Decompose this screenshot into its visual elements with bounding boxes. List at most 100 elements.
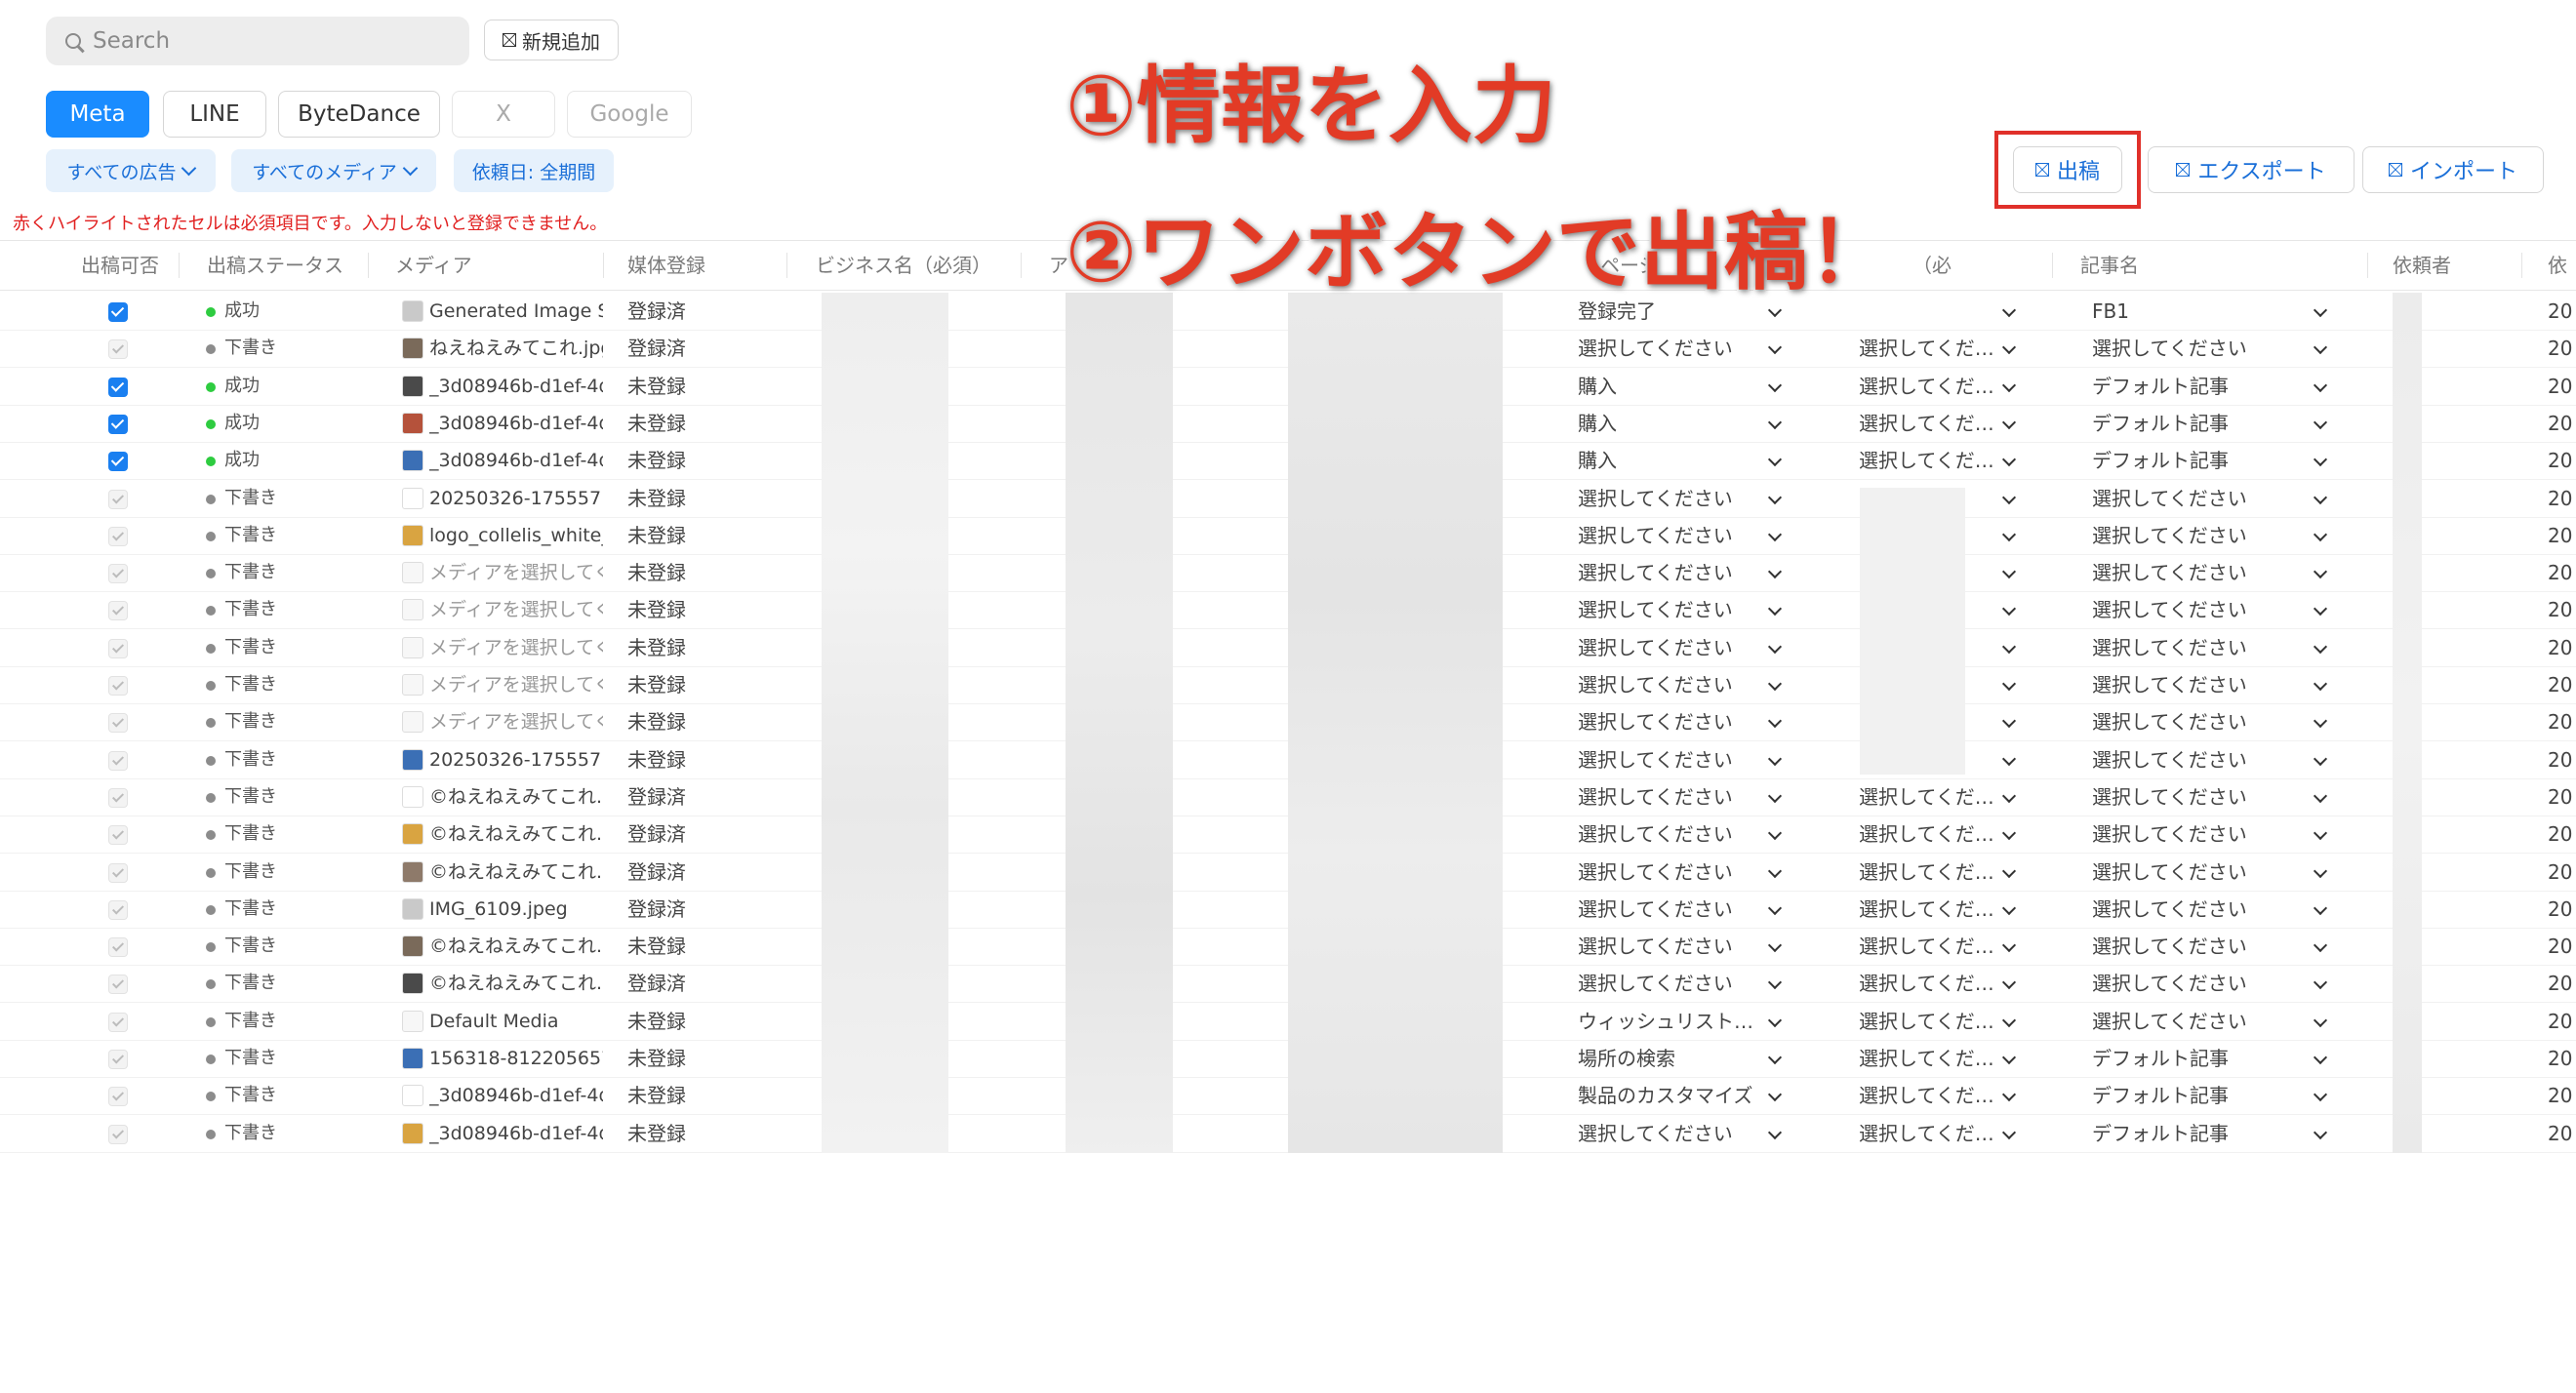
publishable-checkbox[interactable] bbox=[108, 899, 128, 920]
media-thumbnail[interactable] bbox=[402, 562, 423, 584]
action-select[interactable]: 選択してください bbox=[1578, 1115, 1763, 1152]
media-name[interactable]: _3d08946b-d1ef-4d6 bbox=[429, 1115, 603, 1152]
publishable-checkbox[interactable] bbox=[108, 452, 128, 472]
publishable-checkbox[interactable] bbox=[108, 713, 128, 734]
media-name[interactable]: Generated Image Sept bbox=[429, 293, 603, 330]
media-name[interactable]: ©ねえねえみてこれ.m bbox=[429, 854, 603, 891]
media-name[interactable]: logo_collelis_white_lo bbox=[429, 517, 603, 554]
media-name[interactable]: 20250326-175557.jpe bbox=[429, 480, 603, 517]
media-thumbnail[interactable] bbox=[402, 487, 423, 509]
publishable-checkbox[interactable] bbox=[108, 787, 128, 808]
media-thumbnail[interactable] bbox=[402, 599, 423, 621]
media-thumbnail[interactable] bbox=[402, 935, 423, 958]
media-thumbnail[interactable] bbox=[402, 375, 423, 397]
article-select[interactable]: 選択してください bbox=[2092, 703, 2297, 740]
article-select[interactable]: 選択してください bbox=[2092, 816, 2297, 853]
action-select[interactable]: 選択してください bbox=[1578, 778, 1763, 816]
publishable-checkbox[interactable] bbox=[108, 564, 128, 584]
article-select[interactable]: デフォルト記事 bbox=[2092, 368, 2297, 405]
article-select[interactable]: デフォルト記事 bbox=[2092, 1040, 2297, 1077]
article-select[interactable]: 選択してください bbox=[2092, 928, 2297, 965]
article-select[interactable]: FB1 bbox=[2092, 293, 2297, 330]
action-select[interactable]: 購入 bbox=[1578, 442, 1763, 479]
media-thumbnail[interactable] bbox=[402, 412, 423, 434]
media-thumbnail[interactable] bbox=[402, 823, 423, 846]
search-input[interactable]: Search bbox=[93, 28, 170, 54]
publishable-checkbox[interactable] bbox=[108, 601, 128, 621]
article-select[interactable]: 選択してください bbox=[2092, 891, 2297, 928]
publishable-checkbox[interactable] bbox=[108, 825, 128, 846]
event-select[interactable]: 選択してくだ… bbox=[1859, 1040, 2003, 1077]
event-select[interactable]: 選択してくだ… bbox=[1859, 816, 2003, 853]
media-name[interactable]: メディアを選択してく bbox=[429, 629, 603, 666]
action-select[interactable]: ウィッシュリスト… bbox=[1578, 1003, 1763, 1040]
action-select[interactable]: 選択してください bbox=[1578, 480, 1763, 517]
media-thumbnail[interactable] bbox=[402, 711, 423, 734]
tab-google[interactable]: Google bbox=[567, 91, 692, 138]
media-name[interactable]: メディアを選択してく bbox=[429, 554, 603, 591]
article-select[interactable]: 選択してください bbox=[2092, 629, 2297, 666]
media-name[interactable]: メディアを選択してく bbox=[429, 591, 603, 628]
action-select[interactable]: 選択してください bbox=[1578, 703, 1763, 740]
media-thumbnail[interactable] bbox=[402, 300, 423, 322]
media-name[interactable]: Default Media bbox=[429, 1003, 603, 1040]
media-thumbnail[interactable] bbox=[402, 1085, 423, 1107]
publishable-checkbox[interactable] bbox=[108, 302, 128, 322]
publishable-checkbox[interactable] bbox=[108, 377, 128, 397]
action-select[interactable]: 購入 bbox=[1578, 405, 1763, 442]
media-name[interactable]: 156318-812205657_s bbox=[429, 1040, 603, 1077]
media-name[interactable]: _3d08946b-d1ef-4d6 bbox=[429, 1077, 603, 1114]
article-select[interactable]: デフォルト記事 bbox=[2092, 442, 2297, 479]
media-name[interactable]: ©ねえねえみてこれ.m bbox=[429, 965, 603, 1002]
article-select[interactable]: 選択してください bbox=[2092, 778, 2297, 816]
event-select[interactable]: 選択してくだ… bbox=[1859, 442, 2003, 479]
media-thumbnail[interactable] bbox=[402, 1122, 423, 1144]
publishable-checkbox[interactable] bbox=[108, 638, 128, 658]
tab-bytedance[interactable]: ByteDance bbox=[278, 91, 440, 138]
filter-date[interactable]: 依頼日: 全期間 bbox=[454, 149, 614, 192]
action-select[interactable]: 選択してください bbox=[1578, 965, 1763, 1002]
publishable-checkbox[interactable] bbox=[108, 1087, 128, 1107]
publishable-checkbox[interactable] bbox=[108, 750, 128, 771]
publishable-checkbox[interactable] bbox=[108, 414, 128, 434]
event-select[interactable]: 選択してくだ… bbox=[1859, 405, 2003, 442]
article-select[interactable]: 選択してください bbox=[2092, 480, 2297, 517]
action-select[interactable]: 選択してください bbox=[1578, 741, 1763, 778]
article-select[interactable]: デフォルト記事 bbox=[2092, 405, 2297, 442]
publishable-checkbox[interactable] bbox=[108, 1012, 128, 1032]
article-select[interactable]: 選択してください bbox=[2092, 741, 2297, 778]
import-button[interactable]: インポート bbox=[2362, 146, 2544, 193]
media-name[interactable]: ©ねえねえみてこれ.m bbox=[429, 928, 603, 965]
action-select[interactable]: 選択してください bbox=[1578, 666, 1763, 703]
media-thumbnail[interactable] bbox=[402, 450, 423, 472]
event-select[interactable]: 選択してくだ… bbox=[1859, 1003, 2003, 1040]
media-name[interactable]: _3d08946b-d1ef-4d6 bbox=[429, 442, 603, 479]
media-name[interactable]: ©ねえねえみてこれ.m bbox=[429, 778, 603, 816]
media-thumbnail[interactable] bbox=[402, 1010, 423, 1032]
filter-media-dropdown[interactable]: すべてのメディア bbox=[231, 149, 436, 192]
media-name[interactable]: IMG_6109.jpeg bbox=[429, 891, 603, 928]
action-select[interactable]: 選択してください bbox=[1578, 854, 1763, 891]
action-select[interactable]: 選択してください bbox=[1578, 629, 1763, 666]
event-select[interactable]: 選択してくだ… bbox=[1859, 330, 2003, 367]
article-select[interactable]: 選択してください bbox=[2092, 330, 2297, 367]
action-select[interactable]: 製品のカスタマイズ bbox=[1578, 1077, 1763, 1114]
publishable-checkbox[interactable] bbox=[108, 862, 128, 883]
article-select[interactable]: 選択してください bbox=[2092, 965, 2297, 1002]
media-thumbnail[interactable] bbox=[402, 897, 423, 920]
media-thumbnail[interactable] bbox=[402, 785, 423, 808]
media-thumbnail[interactable] bbox=[402, 524, 423, 546]
filter-ads-dropdown[interactable]: すべての広告 bbox=[46, 149, 216, 192]
new-button[interactable]: 新規追加 bbox=[484, 20, 619, 60]
article-select[interactable]: デフォルト記事 bbox=[2092, 1115, 2297, 1152]
event-select[interactable]: 選択してくだ… bbox=[1859, 928, 2003, 965]
action-select[interactable]: 選択してください bbox=[1578, 816, 1763, 853]
article-select[interactable]: 選択してください bbox=[2092, 591, 2297, 628]
tab-meta[interactable]: Meta bbox=[46, 91, 149, 138]
media-thumbnail[interactable] bbox=[402, 674, 423, 696]
article-select[interactable]: 選択してください bbox=[2092, 517, 2297, 554]
article-select[interactable]: デフォルト記事 bbox=[2092, 1077, 2297, 1114]
publishable-checkbox[interactable] bbox=[108, 937, 128, 958]
article-select[interactable]: 選択してください bbox=[2092, 666, 2297, 703]
event-select[interactable]: 選択してくだ… bbox=[1859, 891, 2003, 928]
